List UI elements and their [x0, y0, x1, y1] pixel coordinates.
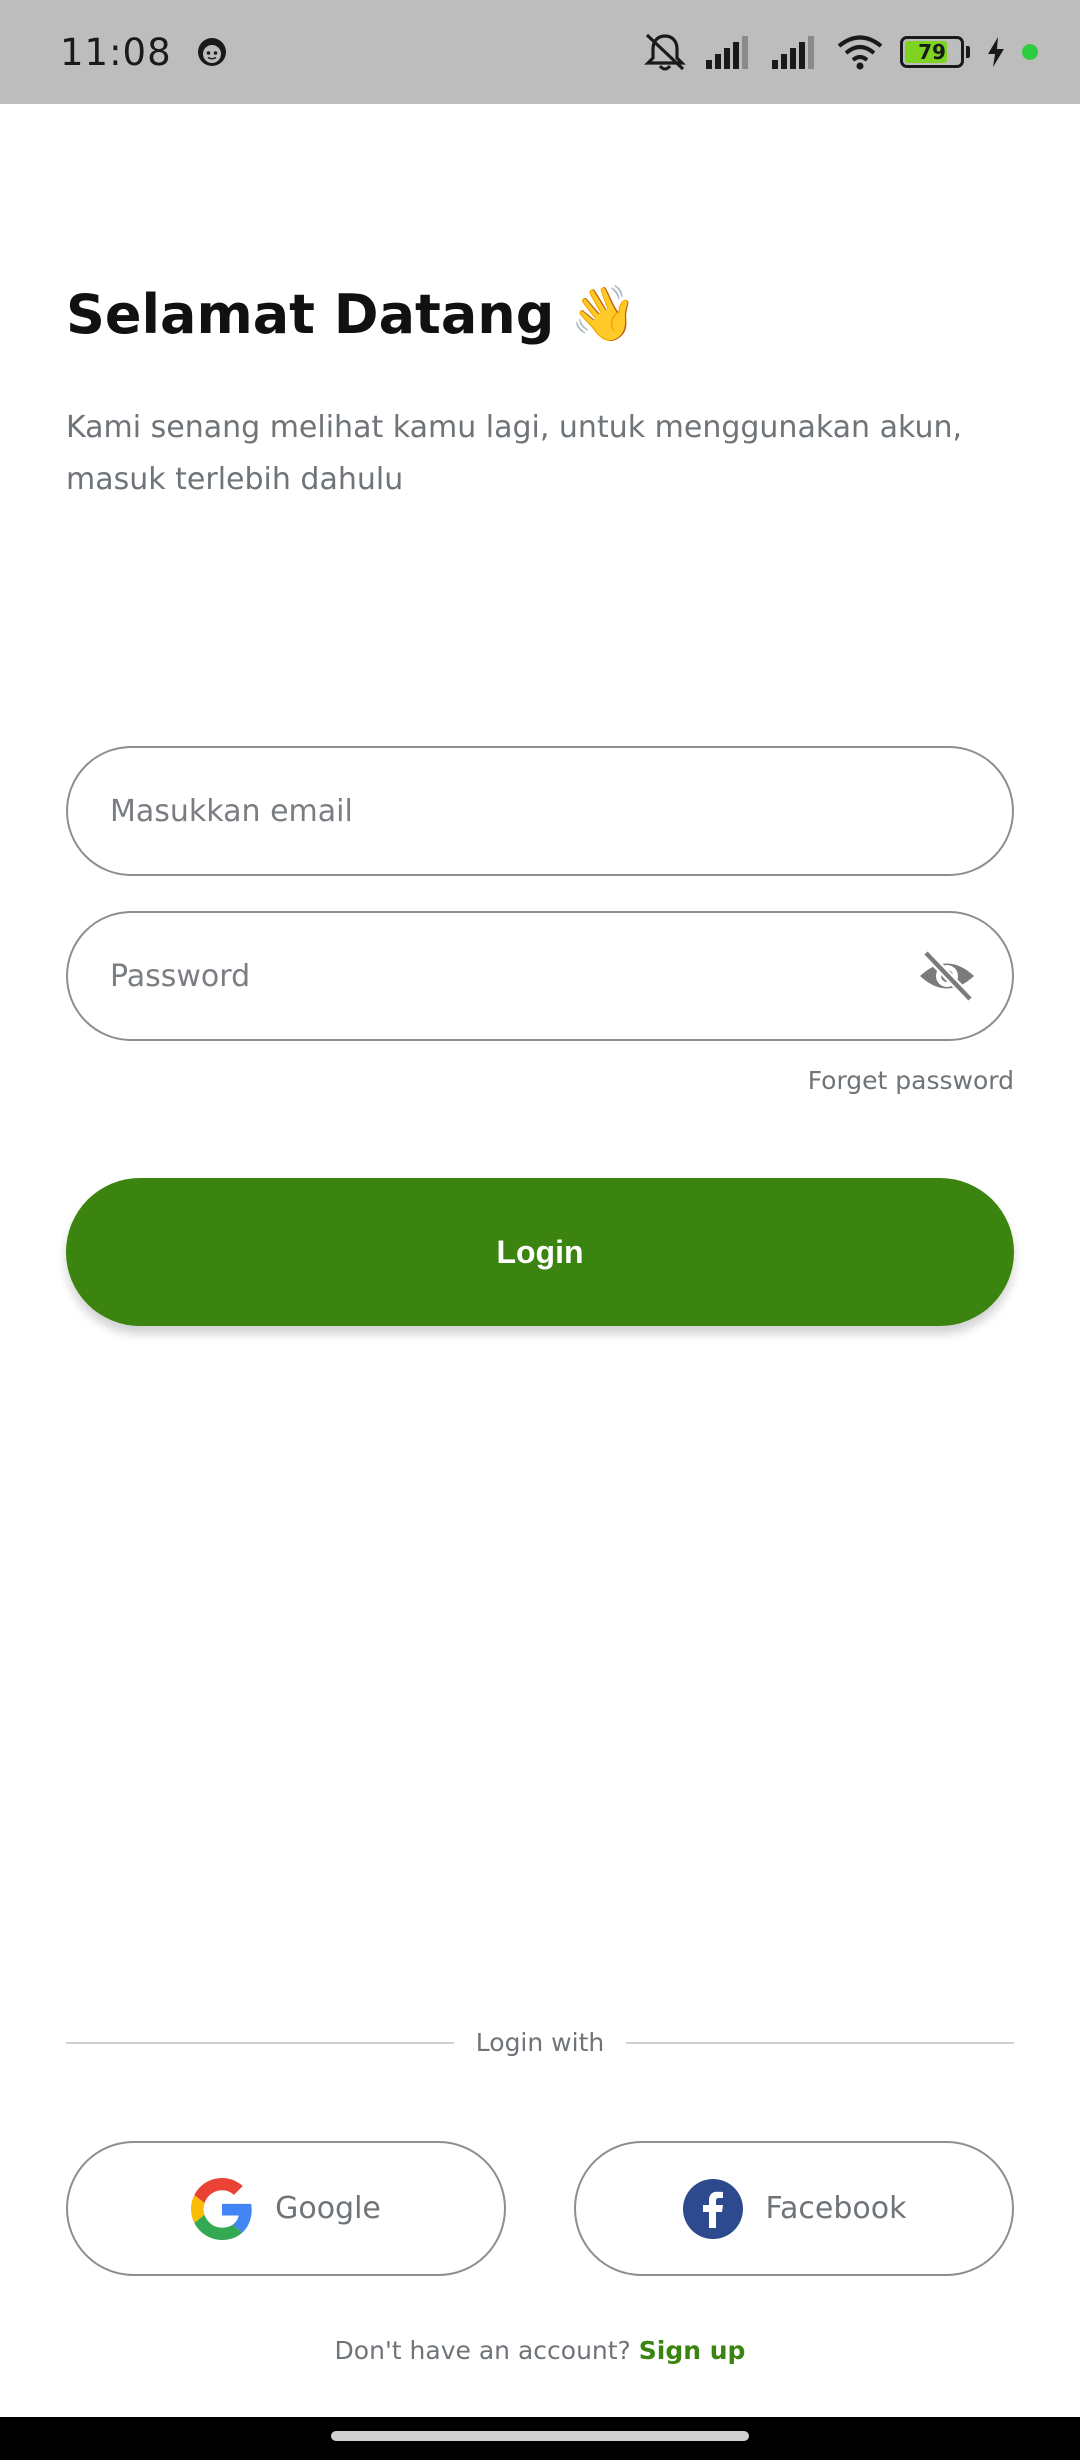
signal-icon [706, 36, 748, 69]
divider-line [66, 2041, 454, 2044]
signup-link[interactable]: Sign up [639, 2336, 746, 2365]
status-time: 11:08 [60, 30, 172, 74]
status-bar: 11:08 79 [0, 0, 1080, 104]
forget-password-link[interactable]: Forget password [808, 1066, 1014, 1095]
facebook-login-button[interactable]: Facebook [574, 2141, 1014, 2276]
green-dot-icon [1022, 44, 1038, 60]
login-with-divider: Login with [66, 2028, 1014, 2057]
status-left: 11:08 [60, 31, 228, 74]
navigation-bar [0, 2417, 1080, 2460]
password-input[interactable] [110, 958, 916, 994]
google-icon [191, 2177, 252, 2240]
battery-icon: 79 [900, 36, 964, 68]
facebook-icon [682, 2178, 743, 2239]
eye-off-icon[interactable] [916, 945, 978, 1007]
charging-icon [988, 37, 1004, 67]
facebook-label: Facebook [765, 2191, 907, 2226]
home-indicator[interactable] [331, 2431, 749, 2441]
battery-cap [966, 46, 970, 58]
email-field[interactable] [66, 746, 1014, 876]
divider-line [626, 2041, 1014, 2044]
mute-bell-icon [644, 33, 686, 71]
title-text: Selamat Datang [66, 282, 555, 346]
wifi-icon [837, 35, 883, 70]
battery-level: 79 [918, 40, 946, 64]
signal-icon [772, 36, 814, 69]
divider-text: Login with [475, 2028, 605, 2057]
page-title: Selamat Datang 👋 [66, 282, 638, 346]
page-subtitle: Kami senang melihat kamu lagi, untuk men… [66, 410, 963, 497]
signup-prompt: Don't have an account? [334, 2336, 639, 2365]
face-icon [197, 38, 226, 66]
google-label: Google [275, 2191, 381, 2226]
login-button[interactable]: Login [66, 1178, 1014, 1326]
google-login-button[interactable]: Google [66, 2141, 506, 2276]
signup-row: Don't have an account? Sign up [0, 2336, 1080, 2365]
status-right: 79 [642, 31, 1038, 73]
waving-hand-icon: 👋 [570, 282, 638, 345]
password-field[interactable] [66, 911, 1014, 1041]
email-input[interactable] [110, 793, 978, 829]
